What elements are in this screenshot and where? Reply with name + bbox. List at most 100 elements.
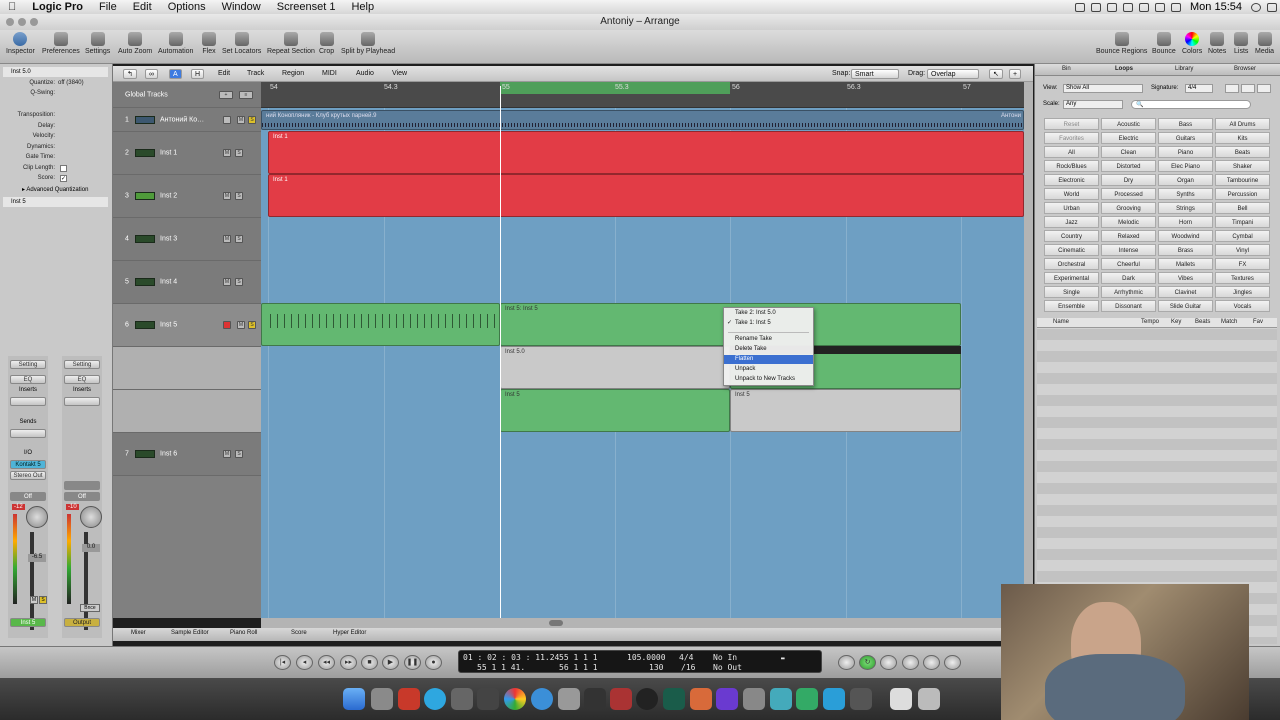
bar-ruler[interactable]: 54 54.3 55 55.3 56 56.3 57 <box>261 82 1024 108</box>
app-icon[interactable] <box>823 688 845 710</box>
trash-icon[interactable] <box>918 688 940 710</box>
eq-button[interactable]: EQ <box>10 375 46 384</box>
colors-button[interactable]: Colors <box>1182 32 1202 55</box>
solo-icon[interactable] <box>923 655 940 670</box>
status-icon[interactable] <box>1091 2 1102 12</box>
track-row[interactable]: 7 Inst 6 M S <box>113 433 261 476</box>
keyword-button[interactable]: Single <box>1044 286 1099 298</box>
insert-slot[interactable] <box>64 397 100 406</box>
keyword-button[interactable]: Piano <box>1158 146 1213 158</box>
keyword-button[interactable]: Rock/Blues <box>1044 160 1099 172</box>
keyword-button[interactable]: Grooving <box>1101 202 1156 214</box>
menu-track[interactable]: Track <box>244 69 267 79</box>
keyword-button[interactable]: FX <box>1215 258 1270 270</box>
app-icon[interactable] <box>398 688 420 710</box>
documents-icon[interactable] <box>890 688 912 710</box>
keyword-button[interactable]: Organ <box>1158 174 1213 186</box>
record-icon[interactable]: ● <box>425 655 442 670</box>
play-icon[interactable]: ▶ <box>382 655 399 670</box>
stop-icon[interactable]: ■ <box>361 655 378 670</box>
score-checkbox[interactable]: ✓ <box>60 175 67 182</box>
menu-take-2[interactable]: Take 2: Inst 5.0 <box>724 309 813 318</box>
keyword-button[interactable]: Acoustic <box>1101 118 1156 130</box>
safari-icon[interactable] <box>531 688 553 710</box>
drag-select[interactable]: Overlap <box>927 69 979 79</box>
output-slot[interactable] <box>64 481 100 490</box>
channel-name[interactable]: Output <box>64 618 100 627</box>
mute-button[interactable]: M <box>223 235 231 243</box>
quantize-value[interactable]: off (3840) <box>58 80 84 86</box>
tab-sample-editor[interactable]: Sample Editor <box>171 630 209 636</box>
inspector-button[interactable]: Inspector <box>6 32 35 55</box>
column-view-button[interactable] <box>1225 84 1239 93</box>
keyword-button[interactable]: Intense <box>1101 244 1156 256</box>
track-name[interactable]: Inst 1 <box>160 150 177 157</box>
status-icon[interactable] <box>1075 2 1086 12</box>
solo-button[interactable]: S <box>248 115 256 124</box>
metronome-icon[interactable] <box>902 655 919 670</box>
crop-button[interactable]: Crop <box>319 32 334 55</box>
app-icon[interactable] <box>690 688 712 710</box>
tab-hyper-editor[interactable]: Hyper Editor <box>333 630 366 636</box>
flex-button[interactable]: Flex <box>202 32 216 55</box>
solo-button[interactable]: S <box>235 192 243 200</box>
link-button[interactable]: ∞ <box>145 69 158 79</box>
apple-icon[interactable]:  <box>0 1 24 13</box>
setting-button[interactable]: Setting <box>10 360 46 369</box>
keyword-button[interactable]: Textures <box>1215 272 1270 284</box>
track-row-selected[interactable]: 6 Inst 5 M S <box>113 304 261 347</box>
track-row[interactable]: 3 Inst 2 M S <box>113 175 261 218</box>
keyword-button[interactable]: Reset <box>1044 118 1099 130</box>
finder-icon[interactable] <box>343 688 365 710</box>
volume-icon[interactable] <box>1155 2 1166 12</box>
keyword-button[interactable]: Shaker <box>1215 160 1270 172</box>
fast-forward-icon[interactable]: ▸▸ <box>340 655 357 670</box>
keyword-button[interactable]: All Drums <box>1215 118 1270 130</box>
preferences-button[interactable]: Preferences <box>42 32 80 55</box>
keyword-button[interactable]: Relaxed <box>1101 230 1156 242</box>
audio-region[interactable]: ний Конопляник - Клуб крутых парней.9 Ан… <box>261 110 1024 130</box>
track-name[interactable]: Inst 3 <box>160 236 177 243</box>
track-parameters-header[interactable]: Inst 5 <box>3 197 108 207</box>
take-region[interactable]: Inst 5 <box>500 389 730 432</box>
track-name[interactable]: Inst 2 <box>160 193 177 200</box>
pan-knob[interactable] <box>80 506 102 528</box>
bounce-button[interactable]: Bnce <box>80 604 100 612</box>
bounce-button[interactable]: Bounce <box>1152 32 1176 55</box>
mute-button[interactable]: M <box>223 192 231 200</box>
pencil-tool[interactable]: + <box>1009 69 1022 79</box>
pointer-tool[interactable]: ↖ <box>989 69 1003 79</box>
keyword-button[interactable]: Bass <box>1158 118 1213 130</box>
logic-icon[interactable] <box>636 688 658 710</box>
automation-mode[interactable]: Off <box>64 492 100 501</box>
horizontal-scrollbar[interactable] <box>261 618 1024 628</box>
track-name[interactable]: Inst 6 <box>160 451 177 458</box>
app-icon[interactable] <box>451 688 473 710</box>
keyword-button[interactable]: World <box>1044 188 1099 200</box>
keyword-button[interactable]: Cymbal <box>1215 230 1270 242</box>
pause-icon[interactable]: ❚❚ <box>404 655 421 670</box>
cycle-icon[interactable]: ↻ <box>859 655 876 670</box>
keyword-button[interactable]: Melodic <box>1101 216 1156 228</box>
solo-button[interactable]: S <box>235 149 243 157</box>
midi-region[interactable]: Inst 1 <box>268 174 1024 217</box>
previous-marker-icon[interactable]: ◂ <box>296 655 313 670</box>
track-name[interactable]: Inst 5 <box>160 322 177 329</box>
keyword-button[interactable]: Percussion <box>1215 188 1270 200</box>
keyword-button[interactable]: Ensemble <box>1044 300 1099 312</box>
settings-button[interactable]: Settings <box>85 32 110 55</box>
app-icon[interactable] <box>584 688 606 710</box>
mute-button[interactable]: M <box>30 596 38 604</box>
audition-icon[interactable] <box>663 688 685 710</box>
mute-button[interactable]: M <box>223 278 231 286</box>
rewind-icon[interactable]: ◂◂ <box>318 655 335 670</box>
solo-button[interactable]: S <box>248 321 256 329</box>
transport-display[interactable]: 01 : 02 : 03 : 11.24 55 1 1 41. 55 1 1 1… <box>458 650 822 673</box>
app-icon[interactable] <box>796 688 818 710</box>
menu-window[interactable]: Window <box>214 1 269 13</box>
skype-icon[interactable] <box>424 688 446 710</box>
keyword-button[interactable]: Electronic <box>1044 174 1099 186</box>
set-locators-button[interactable]: Set Locators <box>222 32 261 55</box>
menu-unpack[interactable]: Unpack <box>724 365 813 374</box>
back-button[interactable]: ↰ <box>123 69 137 79</box>
